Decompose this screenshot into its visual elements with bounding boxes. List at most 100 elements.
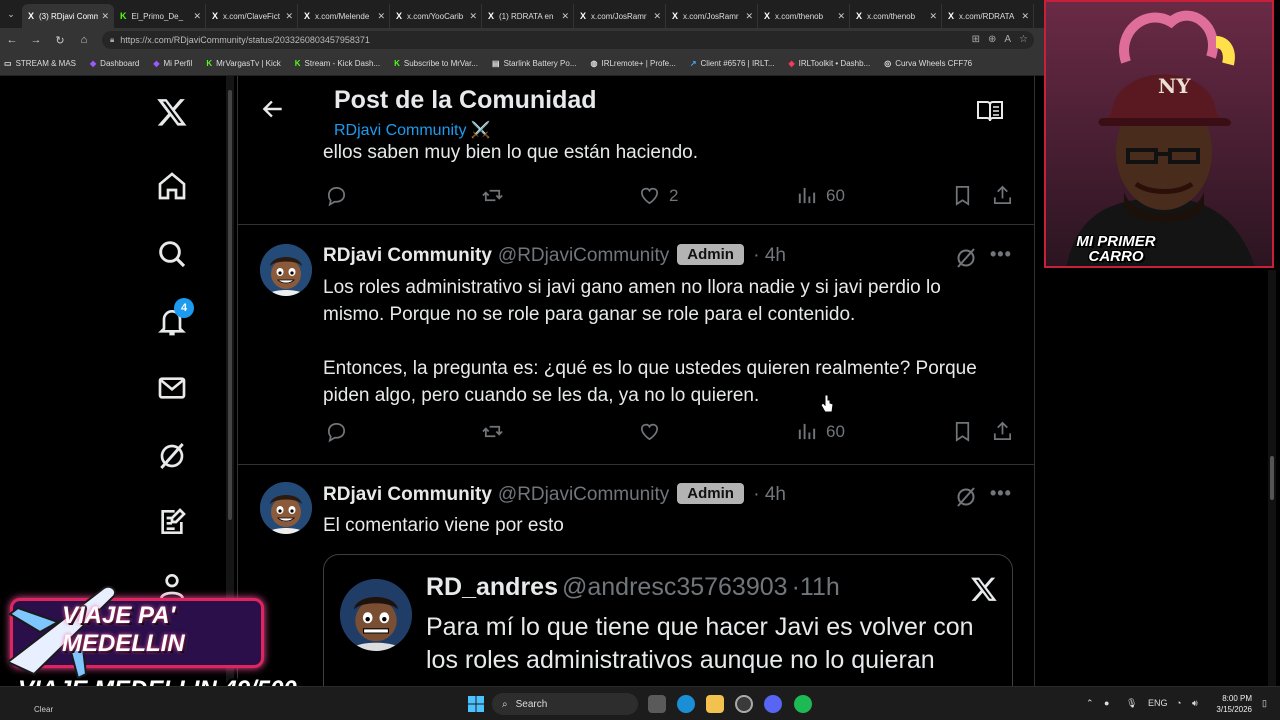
browser-tab[interactable]: Xx.com/JosRamr ✕ — [574, 4, 666, 28]
avatar[interactable] — [260, 244, 312, 296]
bookmark-item[interactable]: ▤ Starlink Battery Po... — [492, 59, 576, 68]
tab-close-icon[interactable]: ✕ — [745, 11, 753, 22]
tab-actions-menu-icon[interactable]: ⌄ — [0, 0, 22, 28]
grok-icon[interactable] — [152, 436, 192, 476]
browser-tab[interactable]: X (3) RDjavi Comm ✕ — [22, 4, 114, 28]
zoom-icon[interactable]: ⊕ — [988, 34, 996, 45]
page-scrollbar-thumb[interactable] — [1270, 456, 1274, 500]
browser-tab[interactable]: Xx.com/ClaveFict ✕ — [206, 4, 298, 28]
browser-tab[interactable]: Xx.com/YooCarib ✕ — [390, 4, 482, 28]
taskbar-search[interactable]: ⌕ Search — [492, 693, 638, 715]
microphone-icon[interactable]: 🎙︎ — [1126, 698, 1137, 709]
read-aloud-icon[interactable]: A — [1004, 34, 1011, 45]
avatar[interactable] — [340, 579, 412, 651]
reply-icon[interactable] — [325, 420, 348, 443]
tab-close-icon[interactable]: ✕ — [101, 11, 109, 22]
share-icon[interactable] — [991, 420, 1014, 443]
reader-mode-icon[interactable] — [976, 98, 1004, 129]
author-name[interactable]: RDjavi Community — [323, 245, 492, 266]
tab-close-icon[interactable]: ✕ — [469, 11, 477, 22]
browser-tab[interactable]: Xx.com/thenob ✕ — [758, 4, 850, 28]
notification-center-icon[interactable]: ▯ — [1262, 698, 1267, 709]
home-nav-icon[interactable] — [152, 166, 192, 206]
repost-icon[interactable] — [481, 420, 504, 443]
bookmark-item[interactable]: K MrVargasTv | Kick — [206, 59, 280, 68]
tab-close-icon[interactable]: ✕ — [929, 11, 937, 22]
browser-tab[interactable]: Xx.com/thenob ✕ — [850, 4, 942, 28]
moderation-icon[interactable] — [954, 485, 978, 514]
weather-status[interactable]: Clear — [34, 705, 53, 714]
browser-tab[interactable]: Xx.com/JosRamr ✕ — [666, 4, 758, 28]
share-icon[interactable] — [991, 184, 1014, 207]
obs-icon[interactable] — [735, 695, 753, 713]
bookmark-item[interactable]: ▭ STREAM & MAS — [4, 59, 76, 68]
bookmark-item[interactable]: ◆ Mi Perfil — [153, 59, 192, 68]
bookmark-item[interactable]: ◆ Dashboard — [90, 59, 139, 68]
home-icon[interactable]: ⌂ — [72, 34, 96, 46]
back-nav-icon[interactable]: ← — [0, 34, 24, 46]
back-arrow-icon[interactable] — [260, 96, 286, 127]
start-button-icon[interactable] — [468, 696, 484, 717]
more-options-icon[interactable]: ••• — [990, 483, 1012, 504]
browser-tab[interactable]: X (1) RDRATA en ✕ — [482, 4, 574, 28]
quoted-post[interactable]: RD_andres @andresc35763903·11h Para mí lo… — [323, 554, 1013, 686]
file-explorer-icon[interactable] — [706, 695, 724, 713]
views-button[interactable]: 60 — [795, 184, 845, 207]
volume-icon[interactable]: 🔊︎ — [1192, 698, 1198, 709]
post-time[interactable]: · 4h — [748, 484, 786, 505]
moderation-icon[interactable] — [954, 246, 978, 275]
discord-icon[interactable] — [764, 695, 782, 713]
forward-nav-icon[interactable]: → — [24, 34, 48, 46]
tray-overflow-icon[interactable]: ⌃ — [1086, 698, 1094, 709]
messages-mail-icon[interactable] — [152, 368, 192, 408]
lists-compose-icon[interactable] — [152, 502, 192, 542]
views-button[interactable]: 60 — [795, 420, 845, 443]
spotify-icon[interactable] — [794, 695, 812, 713]
tab-close-icon[interactable]: ✕ — [653, 11, 661, 22]
browser-tab[interactable]: Xx.com/RDRATA ✕ — [942, 4, 1034, 28]
tab-close-icon[interactable]: ✕ — [1021, 11, 1029, 22]
community-post[interactable]: RDjavi Community @RDjaviCommunity Admin · … — [238, 224, 1034, 464]
x-logo-icon[interactable] — [152, 92, 192, 132]
bookmark-item[interactable]: K Stream - Kick Dash... — [295, 59, 380, 68]
tab-close-icon[interactable]: ✕ — [377, 11, 385, 22]
like-button[interactable]: 2 — [638, 184, 678, 207]
community-link[interactable]: RDjavi Community ⚔️ — [334, 120, 491, 140]
reply-icon[interactable] — [325, 184, 348, 207]
more-options-icon[interactable]: ••• — [990, 244, 1012, 265]
author-handle[interactable]: @RDjaviCommunity — [498, 484, 669, 505]
url-input[interactable]: 🔒︎ https://x.com/RDjaviCommunity/status/… — [102, 31, 1034, 49]
bookmark-item[interactable]: ↗ Client #6576 | IRLT... — [690, 59, 775, 68]
edge-browser-icon[interactable] — [677, 695, 695, 713]
nav-scrollbar-thumb[interactable] — [228, 90, 232, 520]
bookmark-item[interactable]: ◍ IRLremote+ | Profe... — [590, 59, 675, 68]
task-view-icon[interactable] — [648, 695, 666, 713]
taskbar-clock[interactable]: 8:00 PM 3/15/2026 — [1208, 693, 1252, 715]
browser-tab[interactable]: K El_Primo_De_ ✕ — [114, 4, 206, 28]
reload-icon[interactable]: ↻ — [48, 34, 72, 47]
tab-close-icon[interactable]: ✕ — [561, 11, 569, 22]
wifi-icon[interactable]: ◔ — [1176, 698, 1181, 708]
bookmark-item[interactable]: ◈ IRLToolkit • Dashb... — [788, 59, 870, 68]
app-available-icon[interactable]: ⊞ — [972, 34, 980, 45]
bookmark-icon[interactable] — [951, 420, 974, 443]
tray-app-icon[interactable]: ● — [1104, 698, 1109, 708]
quoted-author-handle[interactable]: @andresc35763903 — [562, 573, 788, 601]
author-handle[interactable]: @RDjaviCommunity — [498, 245, 669, 266]
tab-close-icon[interactable]: ✕ — [837, 11, 845, 22]
explore-search-icon[interactable] — [152, 234, 192, 274]
repost-icon[interactable] — [481, 184, 504, 207]
language-indicator[interactable]: ENG — [1148, 698, 1168, 708]
quoted-author-name[interactable]: RD_andres — [426, 573, 558, 601]
author-name[interactable]: RDjavi Community — [323, 484, 492, 505]
browser-tab[interactable]: Xx.com/Melende ✕ — [298, 4, 390, 28]
bookmark-item[interactable]: ◎ Curva Wheels CFF76 — [884, 59, 972, 68]
tab-close-icon[interactable]: ✕ — [193, 11, 201, 22]
bookmark-item[interactable]: K Subscribe to MrVar... — [394, 59, 478, 68]
favorite-star-icon[interactable]: ☆ — [1019, 34, 1028, 45]
page-scrollbar[interactable] — [1268, 270, 1276, 686]
bookmark-icon[interactable] — [951, 184, 974, 207]
tab-close-icon[interactable]: ✕ — [285, 11, 293, 22]
heart-icon[interactable] — [638, 420, 661, 443]
avatar[interactable] — [260, 482, 312, 534]
